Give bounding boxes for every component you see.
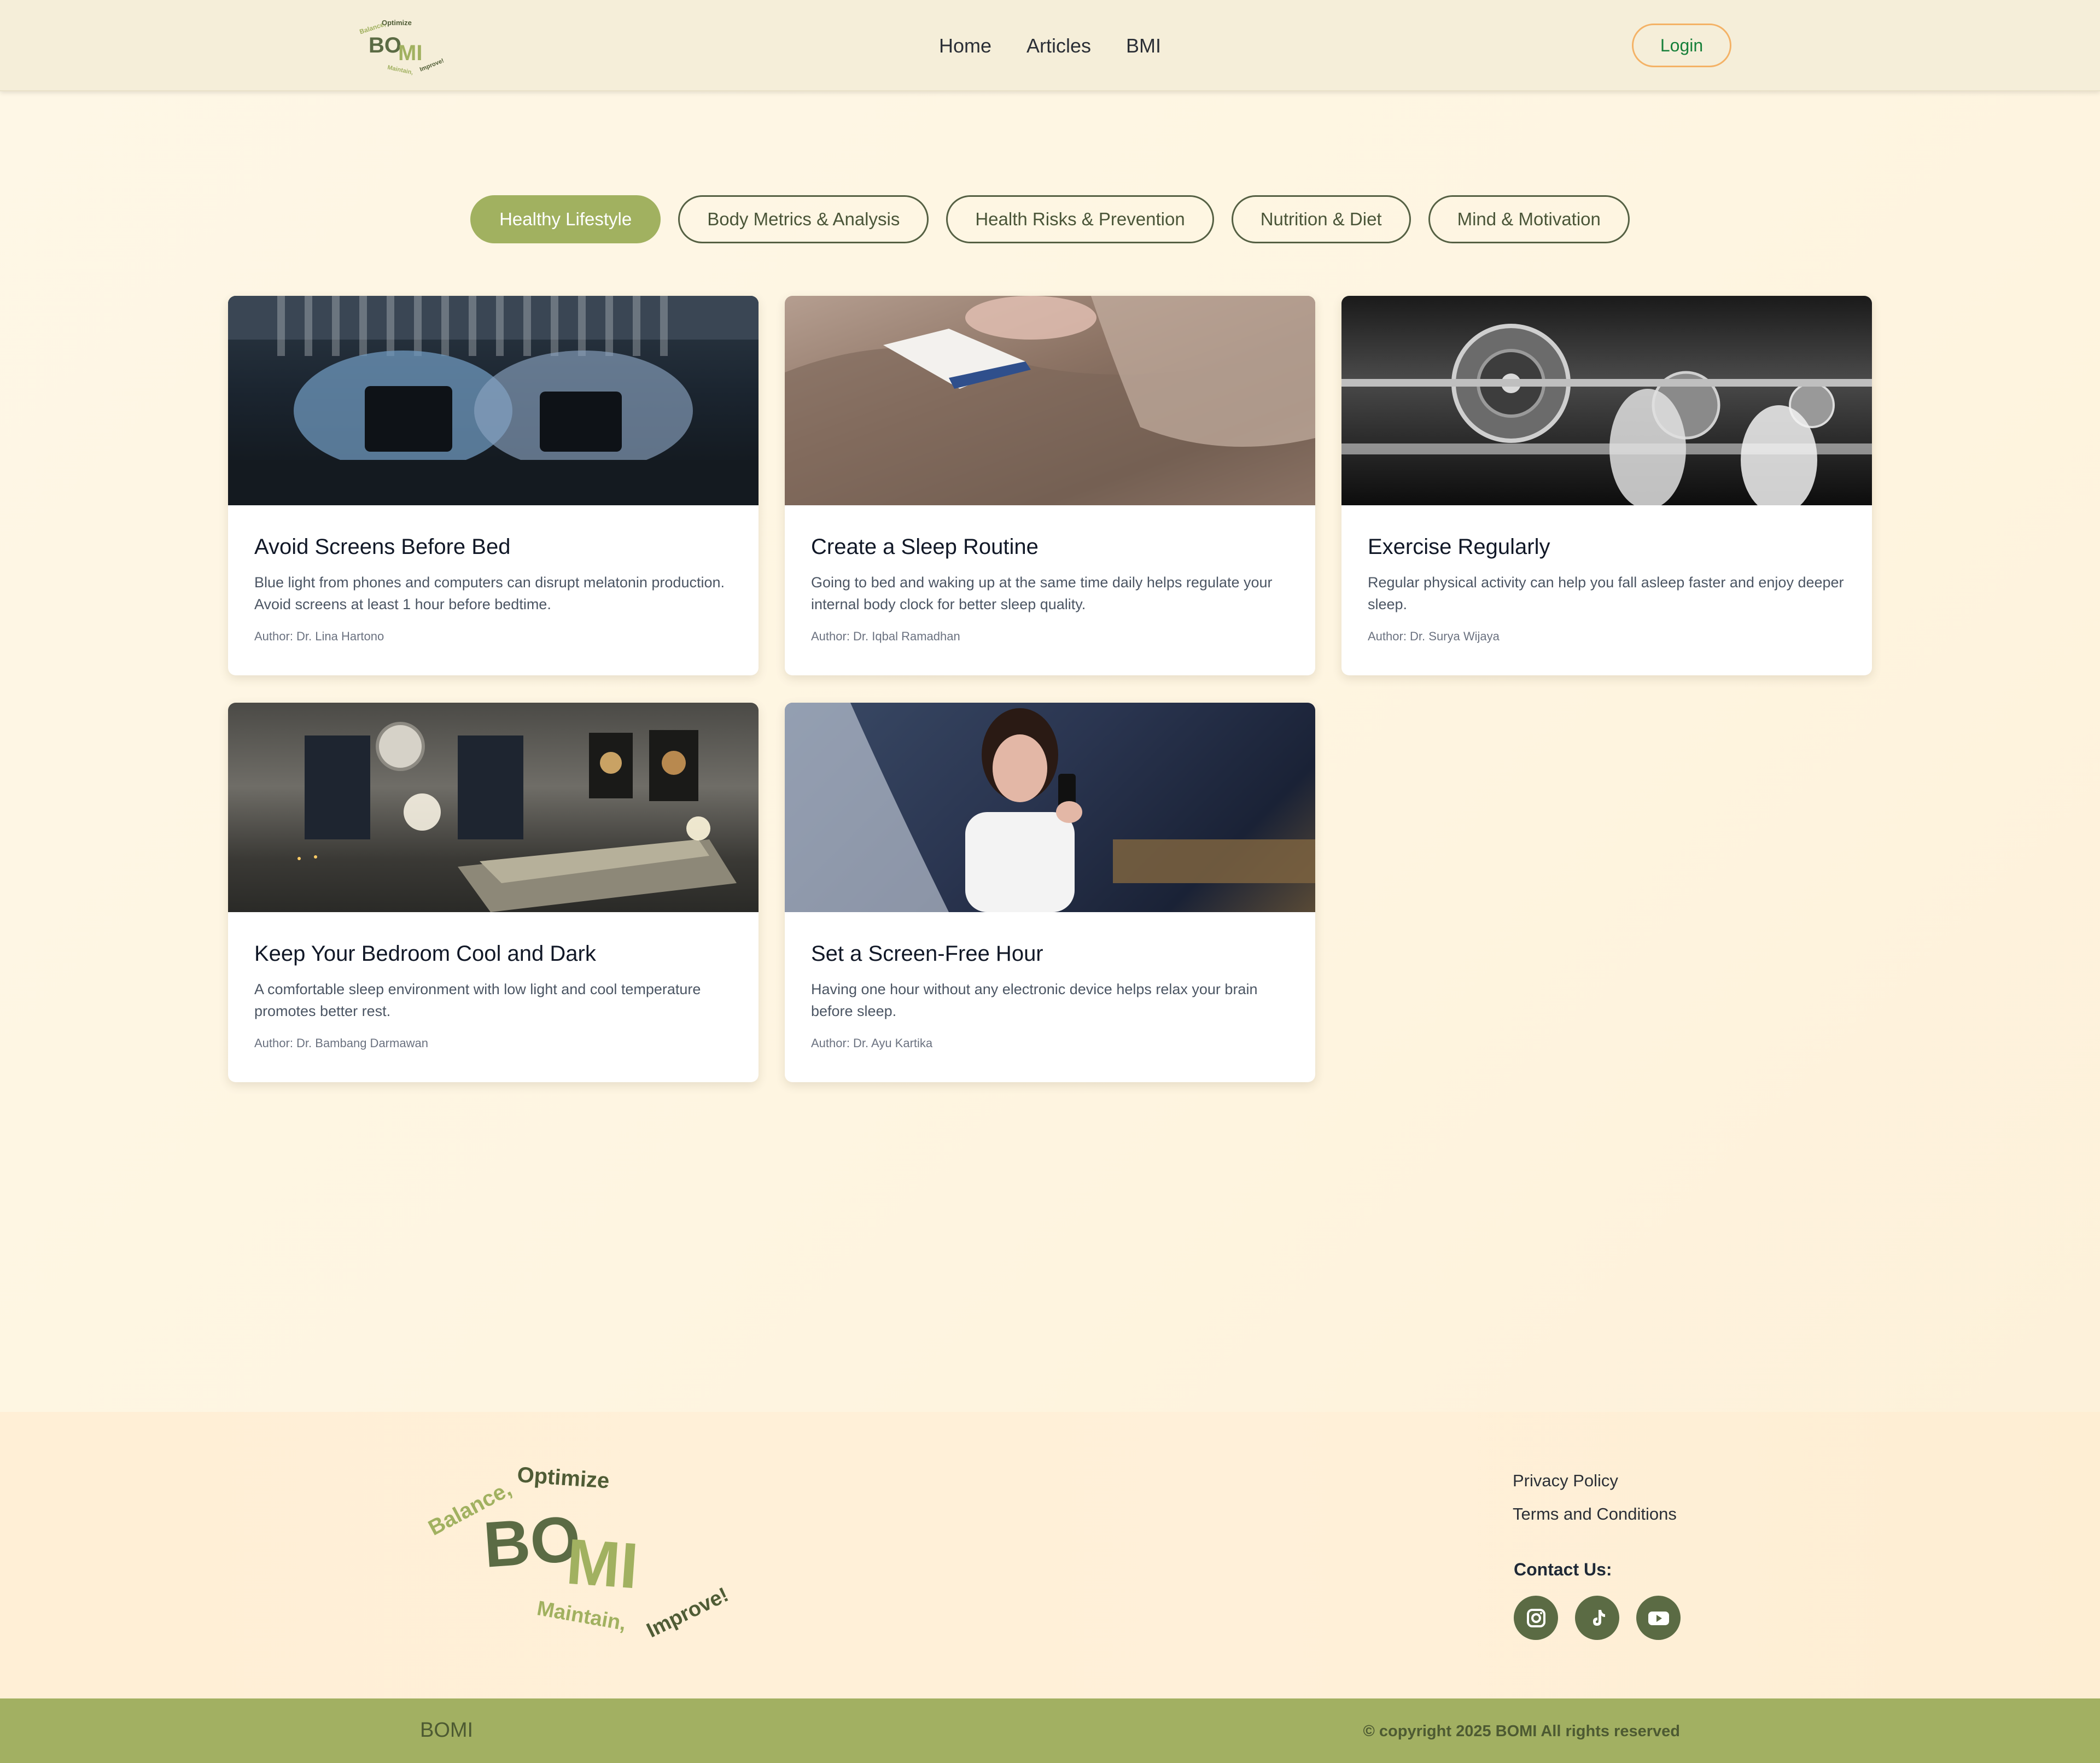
svg-text:MI: MI xyxy=(398,41,422,65)
article-image xyxy=(228,296,759,505)
bomi-footer-logo: Balance, Optimize BO MI Maintain, Improv… xyxy=(424,1463,732,1643)
article-image xyxy=(785,703,1315,912)
category-filter: Healthy Lifestyle Body Metrics & Analysi… xyxy=(0,195,2100,243)
contact-title: Contact Us: xyxy=(1514,1560,1612,1579)
site-header: Balance, Optimize BO MI Maintain, Improv… xyxy=(0,0,2100,91)
article-description: Going to bed and waking up at the same t… xyxy=(811,574,1273,612)
article-description: Blue light from phones and computers can… xyxy=(254,574,725,612)
privacy-policy-link[interactable]: Privacy Policy xyxy=(1513,1471,1677,1491)
svg-text:BO: BO xyxy=(369,33,401,57)
svg-text:Maintain,: Maintain, xyxy=(535,1597,628,1635)
site-footer xyxy=(0,1412,2100,1698)
category-body-metrics[interactable]: Body Metrics & Analysis xyxy=(678,195,929,243)
article-author: Author: Dr. Surya Wijaya xyxy=(1368,629,1500,643)
tiktok-icon[interactable] xyxy=(1575,1596,1619,1640)
login-button[interactable]: Login xyxy=(1632,24,1731,67)
bottom-brand: BOMI xyxy=(420,1719,474,1742)
footer-links: Privacy Policy Terms and Conditions xyxy=(1513,1471,1677,1538)
instagram-icon[interactable] xyxy=(1514,1596,1558,1640)
article-title[interactable]: Avoid Screens Before Bed xyxy=(254,535,732,559)
terms-conditions-link[interactable]: Terms and Conditions xyxy=(1513,1504,1677,1524)
article-description: Having one hour without any electronic d… xyxy=(811,981,1258,1019)
article-image xyxy=(1341,296,1872,505)
article-author: Author: Dr. Lina Hartono xyxy=(254,629,384,643)
article-card[interactable]: Keep Your Bedroom Cool and Dark A comfor… xyxy=(228,703,759,1082)
youtube-icon[interactable] xyxy=(1636,1596,1681,1640)
article-description: A comfortable sleep environment with low… xyxy=(254,981,701,1019)
article-title[interactable]: Exercise Regularly xyxy=(1368,535,1846,559)
article-card[interactable]: Avoid Screens Before Bed Blue light from… xyxy=(228,296,759,675)
article-card[interactable]: Exercise Regularly Regular physical acti… xyxy=(1341,296,1872,675)
article-card[interactable]: Create a Sleep Routine Going to bed and … xyxy=(785,296,1315,675)
nav-home-link[interactable]: Home xyxy=(939,34,991,57)
category-health-risks[interactable]: Health Risks & Prevention xyxy=(946,195,1214,243)
social-links xyxy=(1514,1596,1681,1640)
svg-text:Optimize: Optimize xyxy=(516,1463,610,1493)
category-nutrition-diet[interactable]: Nutrition & Diet xyxy=(1231,195,1411,243)
article-card[interactable]: Set a Screen-Free Hour Having one hour w… xyxy=(785,703,1315,1082)
bomi-logo[interactable]: Balance, Optimize BO MI Maintain, Improv… xyxy=(348,15,457,75)
article-author: Author: Dr. Ayu Kartika xyxy=(811,1036,933,1050)
copyright-text: © copyright 2025 BOMI All rights reserve… xyxy=(1363,1723,1680,1740)
nav-articles-link[interactable]: Articles xyxy=(1026,34,1091,57)
bottom-bar xyxy=(0,1698,2100,1763)
svg-text:Optimize: Optimize xyxy=(382,19,412,27)
article-image xyxy=(785,296,1315,505)
article-author: Author: Dr. Iqbal Ramadhan xyxy=(811,629,960,643)
svg-text:MI: MI xyxy=(564,1526,640,1603)
category-healthy-lifestyle[interactable]: Healthy Lifestyle xyxy=(470,195,661,243)
svg-text:Maintain,: Maintain, xyxy=(387,64,413,75)
article-title[interactable]: Create a Sleep Routine xyxy=(811,535,1289,559)
category-mind-motivation[interactable]: Mind & Motivation xyxy=(1428,195,1630,243)
main-nav: Home Articles BMI xyxy=(0,0,2100,91)
svg-text:Improve!: Improve! xyxy=(419,57,445,73)
article-image xyxy=(228,703,759,912)
article-title[interactable]: Set a Screen-Free Hour xyxy=(811,942,1289,966)
svg-text:Improve!: Improve! xyxy=(643,1583,732,1642)
article-author: Author: Dr. Bambang Darmawan xyxy=(254,1036,428,1050)
article-description: Regular physical activity can help you f… xyxy=(1368,574,1844,612)
article-title[interactable]: Keep Your Bedroom Cool and Dark xyxy=(254,942,732,966)
nav-bmi-link[interactable]: BMI xyxy=(1126,34,1161,57)
